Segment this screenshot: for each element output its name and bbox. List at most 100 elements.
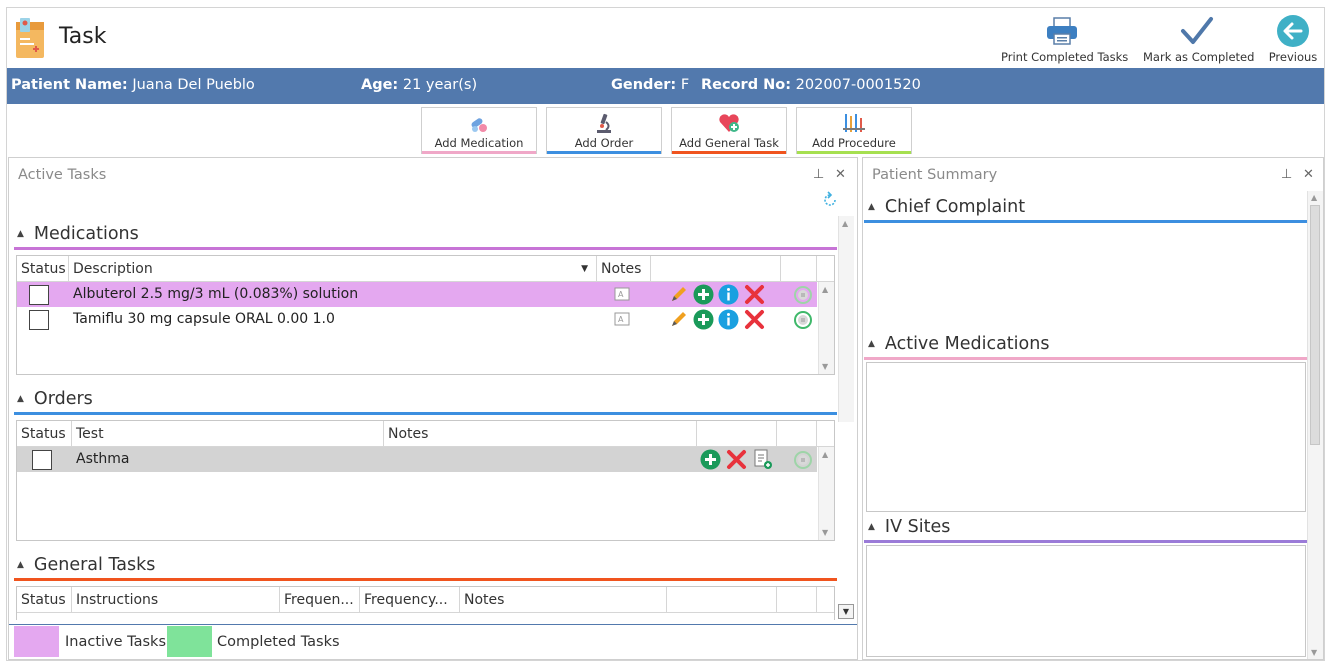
add-medication-button[interactable]: Add Medication xyxy=(421,107,537,154)
edit-pencil-icon[interactable] xyxy=(669,309,689,333)
patient-record-no: Record No: 202007-0001520 xyxy=(701,77,921,93)
notes-icon[interactable]: A xyxy=(614,287,630,305)
completed-tasks-label: Completed Tasks xyxy=(217,634,340,650)
orders-accent-line xyxy=(14,412,837,415)
orders-section-header[interactable]: ▲ Orders xyxy=(17,389,93,409)
sort-dropdown-icon: ▼ xyxy=(581,264,588,274)
general-tasks-section-header[interactable]: ▲ General Tasks xyxy=(17,555,155,575)
close-icon[interactable]: ✕ xyxy=(1303,167,1314,182)
column-status[interactable]: Status xyxy=(17,256,69,282)
heart-plus-icon xyxy=(672,108,786,134)
table-row[interactable]: Asthma xyxy=(17,447,817,472)
back-arrow-icon xyxy=(1265,12,1321,50)
notes-icon[interactable]: A xyxy=(614,312,630,330)
patient-summary-pane: Patient Summary ⊥ ✕ ▲ Chief Complaint ▲ Ac… xyxy=(862,157,1324,660)
medications-section-header[interactable]: ▲ Medications xyxy=(17,224,139,244)
pills-icon xyxy=(422,108,536,134)
history-icon[interactable] xyxy=(793,285,813,309)
delete-x-icon[interactable] xyxy=(726,449,747,474)
column-notes[interactable]: Notes xyxy=(384,421,697,447)
scroll-thumb[interactable] xyxy=(1310,205,1320,445)
info-icon[interactable] xyxy=(718,309,739,334)
add-circle-icon[interactable] xyxy=(693,284,714,309)
iv-sites-box xyxy=(866,545,1306,657)
iv-sites-section-header[interactable]: ▲ IV Sites xyxy=(868,517,950,537)
pin-icon[interactable]: ⊥ xyxy=(813,167,824,182)
patient-summary-title: Patient Summary xyxy=(872,167,998,183)
status-checkbox[interactable] xyxy=(29,285,49,305)
column-instructions[interactable]: Instructions xyxy=(72,587,280,613)
table-row[interactable]: Tamiflu 30 mg capsule ORAL 0.00 1.0 A xyxy=(17,307,817,332)
add-circle-icon[interactable] xyxy=(700,449,721,474)
close-icon[interactable]: ✕ xyxy=(835,167,846,182)
medications-scrollbar[interactable]: ▲ ▼ xyxy=(818,282,834,374)
edit-pencil-icon[interactable] xyxy=(669,284,689,308)
status-checkbox[interactable] xyxy=(29,310,49,330)
add-document-icon[interactable] xyxy=(753,448,773,474)
orders-scrollbar[interactable]: ▲ ▼ xyxy=(818,447,834,540)
pin-icon[interactable]: ⊥ xyxy=(1281,167,1292,182)
column-status[interactable]: Status xyxy=(17,421,72,447)
add-general-task-button[interactable]: Add General Task xyxy=(671,107,787,154)
page-title: Task xyxy=(59,24,107,49)
task-app-icon xyxy=(13,16,47,60)
orders-grid: Status Test Notes Asthma ▲ ▼ xyxy=(16,420,835,541)
inactive-tasks-swatch xyxy=(14,626,59,657)
patient-info-bar: Patient Name: Juana Del Pueblo Age: 21 y… xyxy=(7,68,1324,104)
refresh-icon[interactable] xyxy=(821,191,839,213)
inactive-tasks-label: Inactive Tasks xyxy=(65,634,166,650)
order-accent-line xyxy=(547,151,661,154)
table-row[interactable]: Albuterol 2.5 mg/3 mL (0.083%) solution … xyxy=(17,282,817,307)
svg-text:A: A xyxy=(618,290,624,299)
patient-name: Patient Name: Juana Del Pueblo xyxy=(11,77,255,93)
delete-x-icon[interactable] xyxy=(744,284,765,309)
history-icon[interactable] xyxy=(793,310,813,334)
patient-age: Age: 21 year(s) xyxy=(361,77,478,93)
column-notes[interactable]: Notes xyxy=(460,587,667,613)
task-window: Task Print Completed Tasks Mark as Compl… xyxy=(6,7,1325,661)
column-frequency[interactable]: Frequen... xyxy=(280,587,360,613)
header: Task Print Completed Tasks Mark as Compl… xyxy=(7,8,1324,68)
general-tasks-grid: Status Instructions Frequen... Frequency… xyxy=(16,586,835,620)
general-accent-line xyxy=(672,151,786,154)
summary-scrollbar[interactable]: ▲ ▼ xyxy=(1307,191,1323,659)
medications-accent-line xyxy=(14,247,837,250)
surgical-tools-icon xyxy=(797,108,911,134)
medications-grid: Status Description ▼ Notes Albuterol 2.5 … xyxy=(16,255,835,375)
svg-text:A: A xyxy=(618,315,624,324)
history-icon[interactable] xyxy=(793,450,813,474)
completed-tasks-swatch xyxy=(167,626,212,657)
active-tasks-title: Active Tasks xyxy=(18,167,107,183)
add-circle-icon[interactable] xyxy=(693,309,714,334)
print-completed-tasks-button[interactable]: Print Completed Tasks xyxy=(1001,12,1128,64)
status-checkbox[interactable] xyxy=(32,450,52,470)
delete-x-icon[interactable] xyxy=(744,309,765,334)
patient-gender: Gender: F xyxy=(611,77,690,93)
add-procedure-button[interactable]: Add Procedure xyxy=(796,107,912,154)
column-description[interactable]: Description ▼ xyxy=(69,256,597,282)
active-medications-accent-line xyxy=(864,357,1307,360)
printer-icon xyxy=(1001,12,1123,50)
column-notes[interactable]: Notes xyxy=(597,256,651,282)
active-tasks-pane: Active Tasks ⊥ ✕ ▲ ▲ Medications Status D… xyxy=(8,157,858,660)
checkmark-icon xyxy=(1143,12,1251,50)
medication-accent-line xyxy=(422,151,536,154)
general-tasks-accent-line xyxy=(14,578,837,581)
column-status[interactable]: Status xyxy=(17,587,72,613)
chief-complaint-section-header[interactable]: ▲ Chief Complaint xyxy=(868,197,1025,217)
previous-button[interactable]: Previous xyxy=(1265,12,1321,64)
info-icon[interactable] xyxy=(718,284,739,309)
column-test[interactable]: Test xyxy=(72,421,384,447)
tasks-scrollbar[interactable]: ▲ xyxy=(838,216,854,422)
column-frequency-detail[interactable]: Frequency... xyxy=(360,587,460,613)
add-order-button[interactable]: Add Order xyxy=(546,107,662,154)
active-medications-box xyxy=(866,362,1306,512)
scroll-down-button[interactable]: ▼ xyxy=(838,604,854,619)
add-task-toolbar: Add Medication Add Order Add General Tas… xyxy=(7,104,1324,156)
procedure-accent-line xyxy=(797,151,911,154)
mark-as-completed-button[interactable]: Mark as Completed xyxy=(1143,12,1254,64)
chief-complaint-accent-line xyxy=(864,220,1307,223)
microscope-icon xyxy=(547,108,661,134)
active-medications-section-header[interactable]: ▲ Active Medications xyxy=(868,334,1049,354)
iv-sites-accent-line xyxy=(864,540,1307,543)
